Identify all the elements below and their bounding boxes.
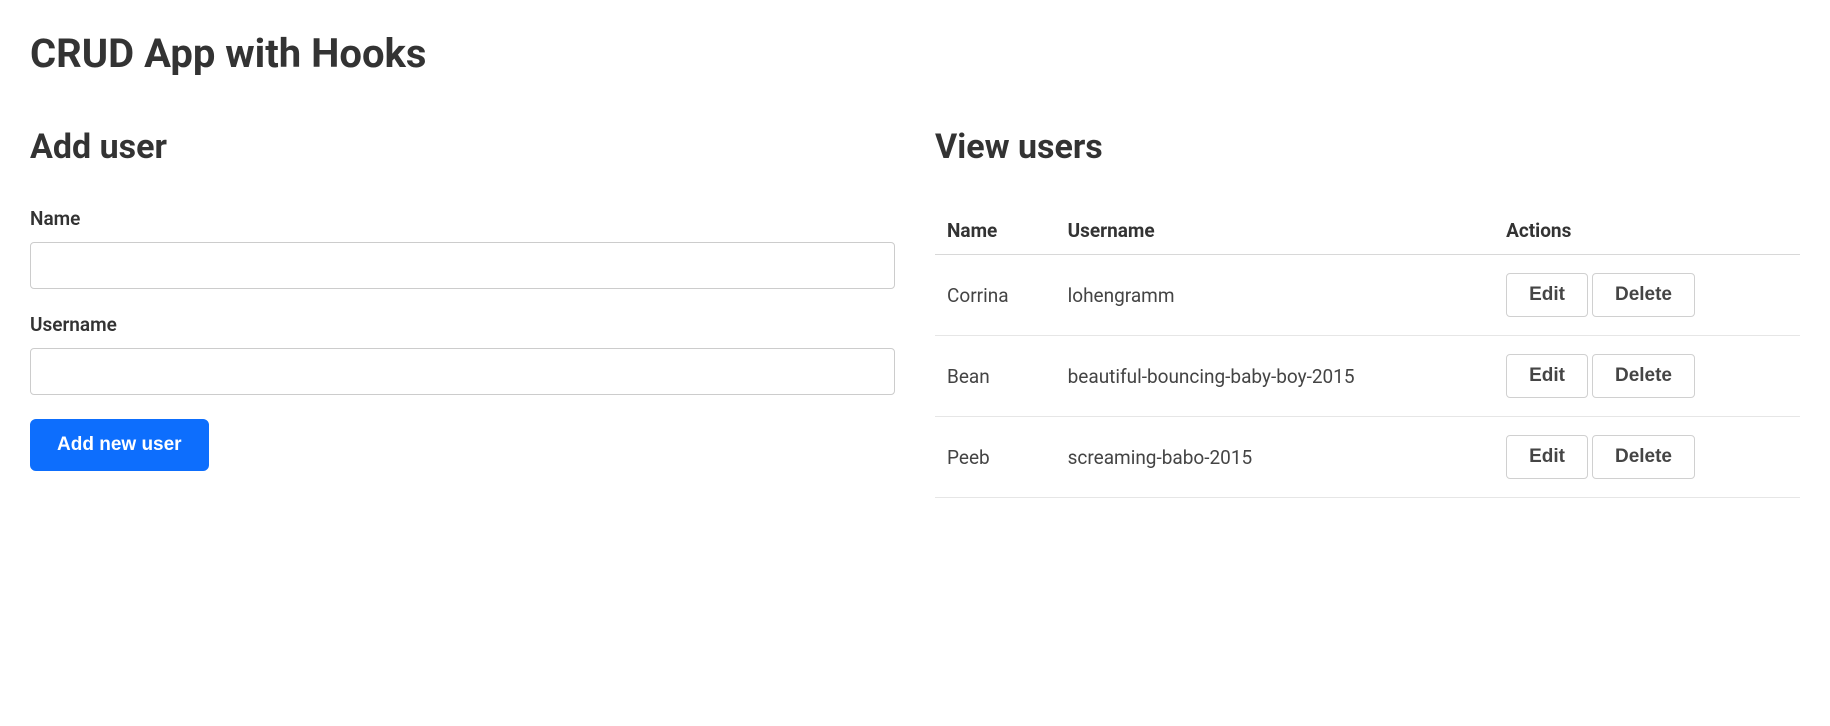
delete-button[interactable]: Delete: [1592, 435, 1695, 479]
add-user-form: Name Username Add new user: [30, 207, 895, 471]
view-users-panel: View users Name Username Actions Corrina…: [935, 127, 1800, 498]
user-actions-cell: EditDelete: [1494, 417, 1800, 498]
add-user-button[interactable]: Add new user: [30, 419, 209, 471]
user-name-cell: Corrina: [935, 255, 1056, 336]
edit-button[interactable]: Edit: [1506, 435, 1588, 479]
user-username-cell: lohengramm: [1056, 255, 1494, 336]
edit-button[interactable]: Edit: [1506, 273, 1588, 317]
name-input[interactable]: [30, 242, 895, 289]
table-row: CorrinalohengrammEditDelete: [935, 255, 1800, 336]
username-input[interactable]: [30, 348, 895, 395]
table-row: Beanbeautiful-bouncing-baby-boy-2015Edit…: [935, 336, 1800, 417]
column-header-actions: Actions: [1494, 207, 1800, 255]
users-table: Name Username Actions CorrinalohengrammE…: [935, 207, 1800, 498]
page-title: CRUD App with Hooks: [30, 30, 1800, 77]
add-user-panel: Add user Name Username Add new user: [30, 127, 895, 498]
delete-button[interactable]: Delete: [1592, 273, 1695, 317]
view-users-heading: View users: [935, 127, 1800, 167]
name-label: Name: [30, 207, 895, 230]
table-row: Peebscreaming-babo-2015EditDelete: [935, 417, 1800, 498]
add-user-heading: Add user: [30, 127, 895, 167]
delete-button[interactable]: Delete: [1592, 354, 1695, 398]
user-username-cell: beautiful-bouncing-baby-boy-2015: [1056, 336, 1494, 417]
user-name-cell: Bean: [935, 336, 1056, 417]
column-header-name: Name: [935, 207, 1056, 255]
edit-button[interactable]: Edit: [1506, 354, 1588, 398]
user-name-cell: Peeb: [935, 417, 1056, 498]
username-label: Username: [30, 313, 895, 336]
user-actions-cell: EditDelete: [1494, 336, 1800, 417]
column-header-username: Username: [1056, 207, 1494, 255]
user-actions-cell: EditDelete: [1494, 255, 1800, 336]
user-username-cell: screaming-babo-2015: [1056, 417, 1494, 498]
